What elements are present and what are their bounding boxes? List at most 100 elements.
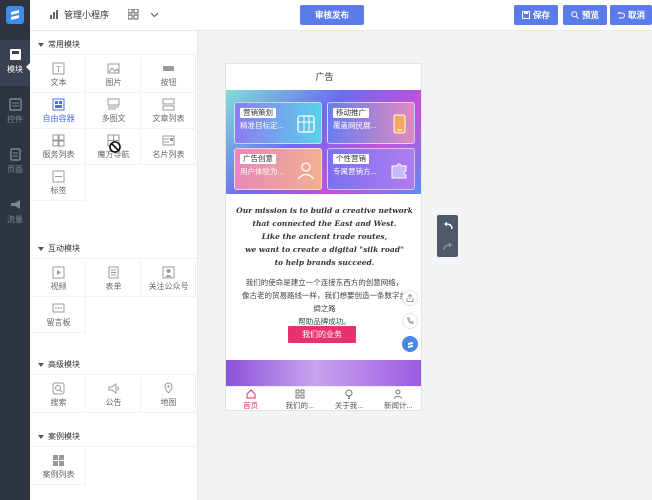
chart-bars-icon xyxy=(50,10,58,19)
form-icon xyxy=(108,266,119,279)
module-message-board[interactable]: 留言板 xyxy=(32,297,86,333)
module-tag[interactable]: 标签 xyxy=(32,165,86,201)
grid-chart-icon xyxy=(297,115,315,133)
tab-label: 我们的... xyxy=(285,401,315,410)
module-video[interactable]: 视频 xyxy=(32,261,86,297)
app-title: 管理小程序 xyxy=(50,8,109,21)
section-common-header[interactable]: 常用模块 xyxy=(30,35,197,55)
section-case-header[interactable]: 案例模块 xyxy=(30,427,197,447)
banner-card-creative[interactable]: 广告创意 用户体验为... xyxy=(234,148,322,190)
text-icon: T xyxy=(52,62,65,75)
module-label: 表单 xyxy=(105,282,122,291)
phone-float-button[interactable] xyxy=(402,313,418,329)
logo-icon xyxy=(6,6,24,24)
card-subtitle: 用户体验为... xyxy=(240,167,284,176)
redo-button[interactable] xyxy=(437,236,458,257)
caret-down-icon xyxy=(38,246,44,251)
banner-card-mobile[interactable]: 移动推广 覆盖网民展... xyxy=(327,102,415,144)
mission-line: Our mission is to build a creative netwo… xyxy=(236,206,413,215)
module-announcement[interactable]: 公告 xyxy=(87,377,141,413)
phone-icon xyxy=(406,317,414,325)
card-list-icon xyxy=(162,135,175,146)
person-icon xyxy=(394,389,403,399)
undo-button[interactable] xyxy=(437,215,458,236)
tab-home[interactable]: 首页 xyxy=(226,387,275,410)
image-icon xyxy=(107,63,120,74)
caret-down-icon xyxy=(38,434,44,439)
message-board-icon xyxy=(52,303,65,313)
tab-label: 首页 xyxy=(243,401,259,410)
grid-icon xyxy=(295,389,305,399)
preview-button[interactable]: 预览 xyxy=(563,5,607,25)
cancel-button[interactable]: 取消 xyxy=(610,5,652,25)
share-icon xyxy=(406,294,414,302)
article-list-icon xyxy=(162,98,175,111)
mission-line: that connected the East and West. xyxy=(252,219,397,228)
tab-label: 新闻计... xyxy=(383,401,413,410)
module-text[interactable]: T 文本 xyxy=(32,57,86,93)
module-label: 案例列表 xyxy=(42,470,75,479)
tab-our[interactable]: 我们的... xyxy=(275,387,324,410)
map-icon xyxy=(164,382,173,394)
save-button-label: 保存 xyxy=(532,10,550,20)
undo-icon xyxy=(617,11,625,19)
section-interactive-header[interactable]: 互动模块 xyxy=(30,239,197,259)
share-float-button[interactable] xyxy=(402,290,418,306)
section-title: 互动模块 xyxy=(48,244,80,253)
module-container[interactable]: 自由容器 xyxy=(32,93,86,129)
brand-float-button[interactable] xyxy=(402,336,418,352)
tab-label: 关于我... xyxy=(334,401,364,410)
announcement-icon xyxy=(108,383,119,394)
mission-cn-line: 我们的使命是建立一个连接东西方的创意网络， xyxy=(245,278,404,287)
publish-button[interactable]: 审核发布 xyxy=(300,5,364,25)
mission-cn-line: 像古老的贸易路线一样，我们想要创造一条数字丝 xyxy=(242,291,407,300)
app-title-text: 管理小程序 xyxy=(64,10,110,20)
module-label: 视频 xyxy=(50,282,67,291)
chevron-down-icon[interactable] xyxy=(150,9,159,20)
grid-icon[interactable] xyxy=(128,9,139,20)
module-follow-account[interactable]: 关注公众号 xyxy=(142,261,196,297)
module-article-list[interactable]: 文章列表 xyxy=(142,93,196,129)
search-icon xyxy=(52,382,65,395)
module-service-list[interactable]: 服务列表 xyxy=(32,129,86,165)
component-panel: 常用模块 T 文本 图片 按钮 自由容器 多图文 文章列表 服务列表 魔方导航 … xyxy=(30,31,198,500)
module-multi-image-text[interactable]: 多图文 xyxy=(87,93,141,129)
module-label: 文章列表 xyxy=(152,114,185,123)
module-label: 留言板 xyxy=(46,318,71,327)
module-card-list[interactable]: 名片列表 xyxy=(142,129,196,165)
section-advanced-header[interactable]: 高级模块 xyxy=(30,355,197,375)
module-search[interactable]: 搜索 xyxy=(32,377,86,413)
preview-button-label: 预览 xyxy=(581,10,599,20)
banner-card-marketing[interactable]: 营销策划 精准目标定... xyxy=(234,102,322,144)
control-icon xyxy=(8,98,22,111)
module-image[interactable]: 图片 xyxy=(87,57,141,93)
caret-down-icon xyxy=(38,362,44,367)
tab-about[interactable]: 关于我... xyxy=(325,387,374,410)
service-list-icon xyxy=(52,134,65,147)
rail-item-controls[interactable]: 控件 xyxy=(0,90,30,136)
mission-line: to help brands succeed. xyxy=(274,258,375,267)
module-label: 按钮 xyxy=(160,78,177,87)
tab-news[interactable]: 新闻计... xyxy=(374,387,421,410)
card-title: 移动推广 xyxy=(333,108,369,118)
cancel-button-label: 取消 xyxy=(627,10,645,20)
save-button[interactable]: 保存 xyxy=(514,5,558,25)
rail-item-label: 控件 xyxy=(7,115,23,124)
module-map[interactable]: 地图 xyxy=(142,377,196,413)
banner-card-personal[interactable]: 个性营销 专属营销方... xyxy=(327,148,415,190)
brand-logo-icon xyxy=(407,341,413,348)
left-rail: 模块 控件 页面 流量 xyxy=(0,0,31,500)
card-title: 个性营销 xyxy=(333,154,369,164)
megaphone-icon xyxy=(10,200,20,209)
module-button[interactable]: 按钮 xyxy=(142,57,196,93)
module-case-list[interactable]: 案例列表 xyxy=(32,449,86,485)
rail-item-traffic[interactable]: 流量 xyxy=(0,190,30,236)
mission-line: we want to create a digital "silk road" xyxy=(245,245,404,254)
banner-image[interactable]: 营销策划 精准目标定... 移动推广 覆盖网民展... 广告创意 用户体验为..… xyxy=(226,90,421,194)
search-icon xyxy=(571,11,579,19)
section-title: 常用模块 xyxy=(48,40,80,49)
our-business-button[interactable]: 我们的业务 xyxy=(288,326,356,343)
module-form[interactable]: 表单 xyxy=(87,261,141,297)
forbidden-cursor-icon xyxy=(109,141,121,153)
rail-item-pages[interactable]: 页面 xyxy=(0,140,30,186)
